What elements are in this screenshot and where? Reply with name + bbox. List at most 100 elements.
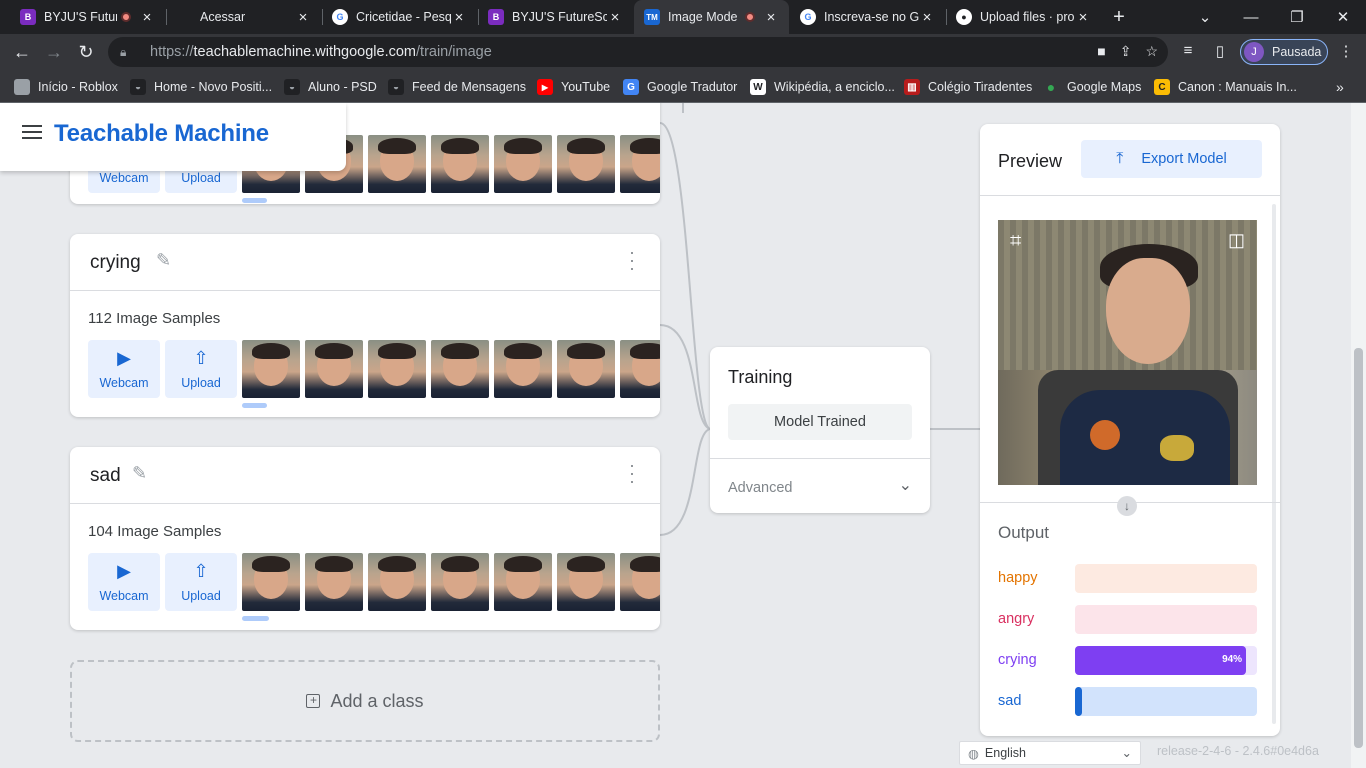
bookmark-maps[interactable]: ● Google Maps	[1043, 77, 1142, 97]
tab-byjus-1[interactable]: B BYJU'S Futur ×	[10, 0, 165, 34]
bookmark-feed[interactable]: ◒ Feed de Mensagens	[388, 77, 526, 97]
tab-title: Image Mode	[668, 10, 738, 24]
webcam-icon: ▶	[117, 561, 131, 581]
profile-label: Pausada	[1272, 45, 1322, 59]
edit-pencil-icon[interactable]: ✎	[132, 463, 147, 484]
sample-image	[557, 340, 615, 398]
bookmark-roblox[interactable]: Início - Roblox	[14, 77, 118, 97]
thumb-scrollbar[interactable]	[242, 403, 267, 408]
minimize-button[interactable]: —	[1228, 0, 1274, 34]
export-model-button[interactable]: ⤒ Export Model	[1081, 140, 1262, 178]
language-label: English	[984, 746, 1026, 760]
tab-title: Upload files · pro	[980, 10, 1075, 24]
more-options-icon[interactable]: · · ·	[628, 243, 636, 277]
bookmark-star-icon[interactable]: ☆	[1145, 43, 1158, 60]
output-row-angry: angry	[998, 605, 1258, 634]
confidence-bar	[1075, 687, 1257, 716]
tab-title: Acessar	[200, 10, 246, 24]
share-icon[interactable]: ⇪	[1120, 43, 1132, 60]
google-icon: G	[332, 9, 348, 25]
sample-thumbnails[interactable]	[242, 553, 660, 611]
bookmark-psd[interactable]: ◒ Aluno - PSD	[284, 77, 377, 97]
webcam-button[interactable]: ▶Webcam	[88, 553, 160, 611]
model-trained-button[interactable]: Model Trained	[728, 404, 912, 440]
tab-acessar[interactable]: Acessar ×	[166, 0, 321, 34]
forward-button[interactable]: →	[40, 38, 68, 66]
browser-toolbar: ← → ↻ 🔒︎ https://teachablemachine.withgo…	[0, 34, 1366, 70]
edit-pencil-icon[interactable]: ✎	[156, 250, 171, 271]
more-options-icon[interactable]: · · ·	[628, 456, 636, 490]
tab-github[interactable]: ● Upload files · pro ×	[946, 0, 1101, 34]
close-tab-icon[interactable]: ×	[451, 9, 467, 26]
chevron-down-icon[interactable]: ⌄	[899, 475, 912, 495]
tab-inscreva[interactable]: G Inscreva-se no G ×	[790, 0, 945, 34]
close-tab-icon[interactable]: ×	[139, 9, 155, 26]
sample-image	[620, 135, 660, 193]
upload-icon: ⇧	[193, 561, 209, 581]
advanced-toggle[interactable]: Advanced	[728, 480, 793, 496]
upload-arrow-icon: ⤒	[1116, 150, 1124, 167]
class-card-crying: crying ✎ · · · 112 Image Samples ▶ Webcam ⇧…	[70, 234, 660, 417]
close-window-button[interactable]: ✕	[1320, 0, 1366, 34]
tab-title: Cricetidae - Pesq	[356, 10, 451, 24]
tab-title: BYJU'S Futur	[44, 10, 117, 24]
teachable-machine-icon: TM	[644, 9, 660, 25]
globe-icon: ◍	[968, 746, 979, 761]
tab-search-icon[interactable]: ⌄	[1182, 0, 1228, 34]
reload-button[interactable]: ↻	[72, 38, 100, 66]
tab-title: Inscreva-se no G	[824, 10, 919, 24]
webcam-icon: ▶	[117, 348, 131, 368]
new-tab-button[interactable]: +	[1096, 0, 1142, 34]
recording-icon	[745, 12, 755, 22]
tab-byjus-2[interactable]: B BYJU'S FutureSch ×	[478, 0, 633, 34]
language-select[interactable]: ◍ English ⌄	[959, 741, 1141, 765]
webcam-button[interactable]: ▶Webcam	[88, 340, 160, 398]
address-bar[interactable]: 🔒︎ https://teachablemachine.withgoogle.c…	[108, 37, 1168, 67]
confidence-bar	[1075, 564, 1257, 593]
url-text: https://teachablemachine.withgoogle.com/…	[150, 44, 492, 60]
bookmark-wikipedia[interactable]: W Wikipédia, a enciclo...	[750, 77, 895, 97]
add-class-label: Add a class	[330, 690, 424, 711]
bookmark-tradutor[interactable]: G Google Tradutor	[623, 77, 737, 97]
media-control-icon[interactable]: ≡	[1178, 42, 1198, 62]
bookmark-positivo[interactable]: ◒ Home - Novo Positi...	[130, 77, 272, 97]
side-panel-icon[interactable]: ▯	[1210, 42, 1230, 62]
thumb-scrollbar[interactable]	[242, 616, 269, 621]
upload-button[interactable]: ⇧Upload	[165, 340, 237, 398]
roblox-icon	[14, 79, 30, 95]
close-tab-icon[interactable]: ×	[919, 9, 935, 26]
maximize-button[interactable]: ❐	[1274, 0, 1320, 34]
confidence-fill: 94%	[1075, 646, 1247, 675]
output-row-sad: sad	[998, 687, 1258, 716]
class-name[interactable]: sad	[90, 465, 121, 487]
class-name[interactable]: crying	[90, 252, 141, 274]
upload-button[interactable]: ⇧Upload	[165, 553, 237, 611]
chrome-menu-icon[interactable]: ⋮	[1336, 42, 1356, 62]
more-bookmarks-icon[interactable]: »	[1336, 77, 1344, 97]
bookmark-tiradentes[interactable]: ▥ Colégio Tiradentes	[904, 77, 1032, 97]
bookmark-youtube[interactable]: ▶ YouTube	[537, 77, 610, 97]
page-scrollbar[interactable]	[1351, 103, 1366, 768]
back-button[interactable]: ←	[8, 38, 36, 66]
wikipedia-icon: W	[750, 79, 766, 95]
add-class-button[interactable]: + Add a class	[70, 660, 660, 742]
close-tab-icon[interactable]: ×	[763, 9, 779, 26]
profile-button[interactable]: J Pausada	[1240, 39, 1328, 65]
sample-image	[368, 340, 426, 398]
camera-blocked-icon[interactable]: ■	[1097, 43, 1105, 60]
flip-camera-icon[interactable]: ◫	[1228, 230, 1245, 251]
tab-cricetidae[interactable]: G Cricetidae - Pesq ×	[322, 0, 477, 34]
tab-image-model[interactable]: TM Image Mode ×	[634, 0, 789, 34]
close-tab-icon[interactable]: ×	[607, 9, 623, 26]
close-tab-icon[interactable]: ×	[1075, 9, 1091, 26]
hamburger-menu-icon[interactable]	[22, 125, 42, 139]
preview-scrollbar[interactable]	[1272, 204, 1276, 724]
sample-thumbnails[interactable]	[242, 340, 660, 398]
bookmark-canon[interactable]: C Canon : Manuais In...	[1154, 77, 1297, 97]
thumb-scrollbar[interactable]	[242, 198, 267, 203]
bookmarks-bar: Início - Roblox ◒ Home - Novo Positi... ◒…	[0, 70, 1366, 103]
crop-icon[interactable]: ⌗	[1010, 230, 1021, 253]
lock-icon[interactable]: 🔒︎	[120, 45, 140, 60]
add-box-icon: +	[306, 694, 321, 708]
close-tab-icon[interactable]: ×	[295, 9, 311, 26]
